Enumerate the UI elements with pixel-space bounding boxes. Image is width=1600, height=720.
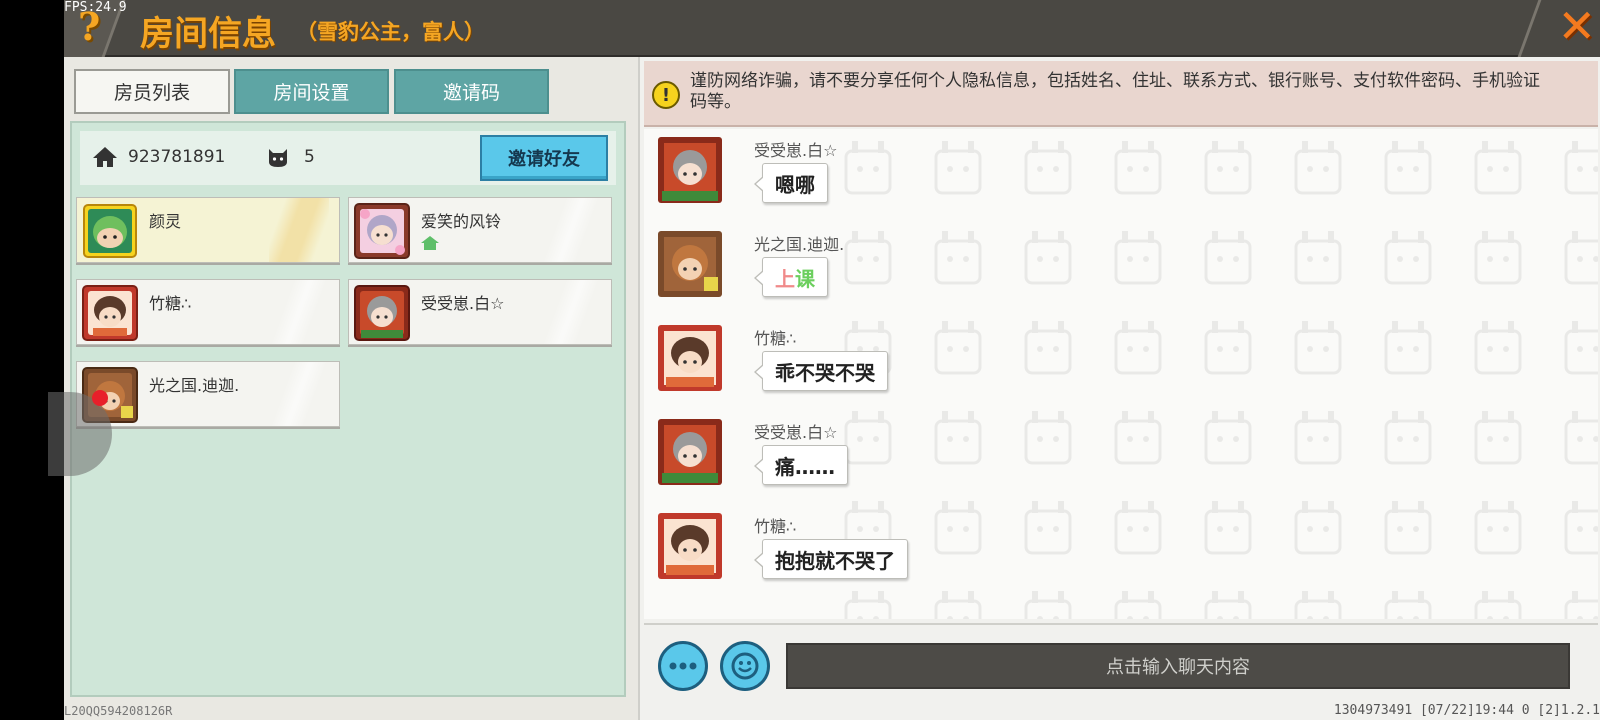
room-info-bar: 923781891 5 邀请好友 [80,131,616,185]
avatar[interactable] [656,229,724,299]
card-decoration [269,280,329,344]
member-panel: 923781891 5 邀请好友 颜灵 爱笑的风铃 竹糖∴ 受受崽.白☆ 光之国… [70,121,626,697]
fraud-warning: ! 谨防网络诈骗，请不要分享任何个人隐私信息，包括姓名、住址、联系方式、银行账号… [644,61,1598,127]
chat-message: 竹糖∴ 乖不哭不哭 [656,323,1256,413]
chat-message: 受受崽.白☆ 嗯哪 [656,135,1256,225]
member-card[interactable]: 爱笑的风铃 [348,197,612,263]
status-footer: 1304973491 [07/22]19:44 0 [2]1.2.1 [1333,703,1600,718]
player-count-icon [269,149,287,167]
message-sender: 光之国.迪迦. [754,235,845,254]
card-decoration [269,198,329,262]
avatar [82,285,138,341]
ellipsis-icon [669,662,697,670]
message-bubble: 痛…… [754,445,848,485]
message-sender: 竹糖∴ [754,329,797,348]
member-card[interactable]: 受受崽.白☆ [348,279,612,345]
member-card[interactable]: 颜灵 [76,197,340,263]
card-decoration [541,280,601,344]
version-id: L20QQ594208126R [64,704,173,718]
warning-icon: ! [652,81,680,109]
message-bubble: 上课 [754,257,828,297]
member-name: 爱笑的风铃 [421,212,502,231]
fps-counter: FPS:24.9 [64,0,127,15]
message-bubble: 抱抱就不哭了 [754,539,908,579]
chat-input[interactable]: 点击输入聊天内容 [786,643,1570,689]
title-bar: ? 房间信息 （雪豹公主，富人） ✕ [64,0,1600,57]
divider [1517,0,1542,57]
close-button[interactable]: ✕ [1517,0,1600,57]
tab-invite-code[interactable]: 邀请码 [394,69,549,114]
avatar[interactable] [656,417,724,487]
house-badge-icon [421,236,439,250]
chat-log[interactable]: 受受崽.白☆ 嗯哪 光之国.迪迦. 上课 竹糖∴ 乖不哭不哭 受受崽.白☆ 痛…… [644,129,1598,619]
card-decoration [269,362,329,426]
chat-panel: ! 谨防网络诈骗，请不要分享任何个人隐私信息，包括姓名、住址、联系方式、银行账号… [638,57,1600,720]
notification-dot [92,390,108,406]
member-name: 受受崽.白☆ [421,294,505,313]
chat-input-bar: 点击输入聊天内容 [644,623,1598,697]
home-icon [93,147,117,167]
page-title: 房间信息 [140,14,276,54]
message-bubble: 嗯哪 [754,163,828,203]
message-sender: 受受崽.白☆ [754,141,838,160]
chat-message: 受受崽.白☆ 痛…… [656,417,1256,507]
avatar [83,204,137,258]
member-name: 竹糖∴ [149,294,192,313]
member-card[interactable]: 光之国.迪迦. [76,361,340,427]
tab-member-list[interactable]: 房员列表 [74,69,230,114]
invite-friends-button[interactable]: 邀请好友 [480,135,608,181]
card-decoration [541,198,601,262]
more-options-button[interactable] [658,641,708,691]
left-panel: 房员列表 房间设置 邀请码 923781891 5 邀请好友 颜灵 爱笑的风铃 … [64,57,636,720]
chat-message: 竹糖∴ 抱抱就不哭了 [656,511,1256,601]
message-sender: 竹糖∴ [754,517,797,536]
avatar[interactable] [656,323,724,393]
avatar[interactable] [656,135,724,205]
close-icon: ✕ [1557,0,1596,53]
tab-room-settings[interactable]: 房间设置 [234,69,389,114]
member-card[interactable]: 竹糖∴ [76,279,340,345]
emoji-button[interactable] [720,641,770,691]
message-sender: 受受崽.白☆ [754,423,838,442]
warning-text: 谨防网络诈骗，请不要分享任何个人隐私信息，包括姓名、住址、联系方式、银行账号、支… [690,71,1540,112]
member-name: 颜灵 [149,212,182,231]
smiley-icon [731,652,759,680]
avatar[interactable] [656,511,724,581]
message-bubble: 乖不哭不哭 [754,351,888,391]
message-text-part: 上 [775,266,795,291]
member-name: 光之国.迪迦. [149,376,240,395]
avatar [354,285,410,341]
chat-message: 光之国.迪迦. 上课 [656,229,1256,319]
message-text-part: 课 [795,266,815,291]
room-id: 923781891 [128,147,226,167]
member-count: 5 [304,147,315,167]
page-subtitle: （雪豹公主，富人） [296,20,485,44]
room-info-window: ? 房间信息 （雪豹公主，富人） ✕ 房员列表 房间设置 邀请码 9237818… [64,0,1600,720]
avatar [354,203,410,259]
